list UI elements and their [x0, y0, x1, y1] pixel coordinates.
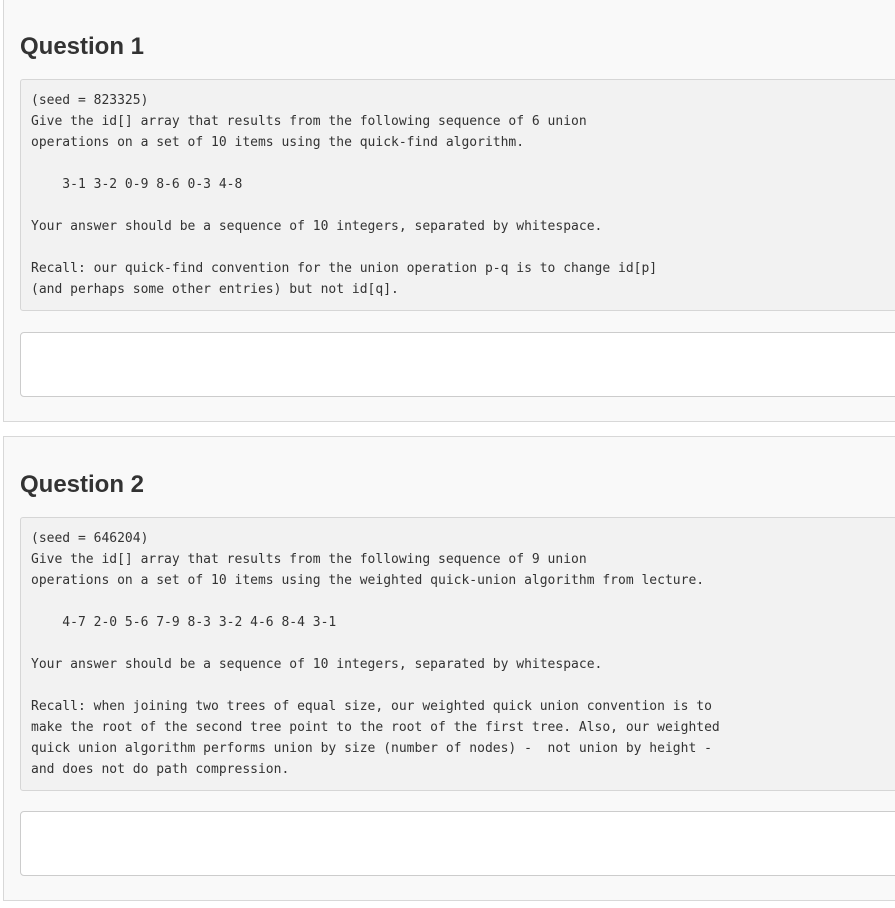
- question-prompt-text: (seed = 646204) Give the id[] array that…: [31, 531, 720, 777]
- question-prompt: (seed = 823325) Give the id[] array that…: [20, 79, 895, 311]
- question-title: Question 1: [20, 33, 145, 60]
- answer-input[interactable]: [20, 811, 895, 876]
- question-prompt: (seed = 646204) Give the id[] array that…: [20, 517, 895, 791]
- question-prompt-text: (seed = 823325) Give the id[] array that…: [31, 93, 658, 297]
- answer-input[interactable]: [20, 332, 895, 397]
- question-title: Question 2: [20, 471, 145, 498]
- question-card-1: Question 1 (seed = 823325) Give the id[]…: [3, 0, 895, 422]
- question-card-2: Question 2 (seed = 646204) Give the id[]…: [3, 436, 895, 901]
